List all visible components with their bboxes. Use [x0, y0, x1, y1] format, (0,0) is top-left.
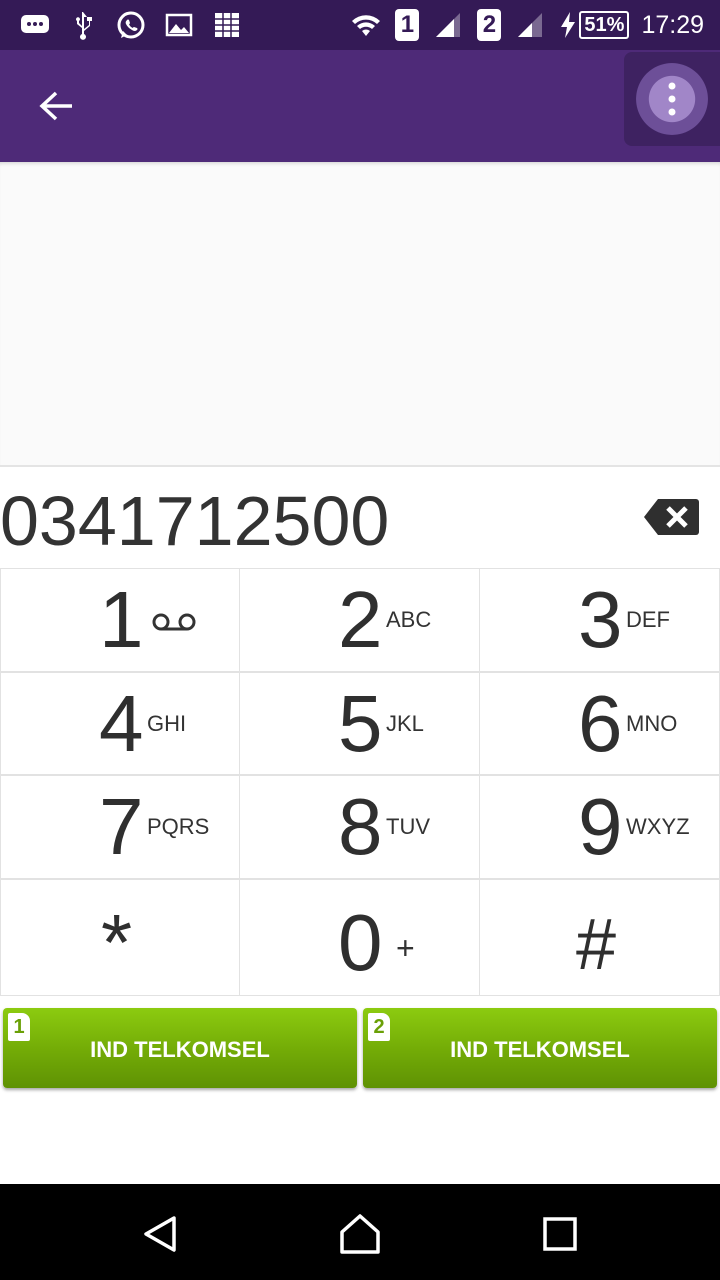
key-letters: JKL	[386, 711, 424, 736]
call-button-label: IND TELKOMSEL	[450, 1036, 630, 1062]
sim-1-icon: 1	[8, 1013, 30, 1041]
key-letters: GHI	[147, 711, 187, 736]
key-5[interactable]: 5 JKL	[240, 672, 480, 775]
dialed-number[interactable]: 0341712500	[0, 481, 389, 561]
overflow-menu-button[interactable]	[636, 63, 708, 135]
key-letters: WXYZ	[626, 814, 690, 839]
message-icon	[18, 8, 52, 42]
battery-indicator: 51%	[559, 11, 630, 39]
voicemail-icon	[152, 613, 196, 631]
key-letters: +	[396, 930, 415, 966]
system-status: 1 2 51% 17:29	[349, 8, 704, 42]
image-icon	[162, 8, 196, 42]
key-letters: ABC	[386, 607, 432, 632]
suggestion-area	[0, 162, 720, 467]
nav-recents-button[interactable]	[538, 1212, 582, 1256]
key-0[interactable]: 0 +	[240, 879, 480, 996]
triangle-back-icon	[144, 1216, 176, 1252]
arrow-left-icon	[39, 91, 72, 121]
key-letters: DEF	[626, 607, 670, 632]
key-star[interactable]: *	[0, 879, 240, 996]
home-icon	[340, 1214, 380, 1254]
sim2-badge: 2	[477, 9, 502, 41]
dial-keypad: 1 2 ABC 3 DEF 4 GHI 5 JKL 6 MNO 7 PQRS 8…	[0, 568, 720, 996]
navigation-bar	[0, 1184, 720, 1280]
battery-level: 51%	[579, 11, 630, 39]
whatsapp-icon	[114, 8, 148, 42]
backspace-icon[interactable]	[642, 497, 700, 537]
more-vertical-icon	[668, 82, 676, 116]
call-buttons-row: 1 IND TELKOMSEL 2 IND TELKOMSEL	[0, 996, 720, 1184]
clock: 17:29	[641, 10, 704, 39]
key-hash[interactable]: #	[480, 879, 720, 996]
call-button-label: IND TELKOMSEL	[90, 1036, 270, 1062]
charging-icon	[561, 12, 576, 38]
key-digit: 9	[578, 782, 623, 871]
key-7[interactable]: 7 PQRS	[0, 775, 240, 879]
wifi-icon	[349, 8, 383, 42]
call-sim1-button[interactable]: 1 IND TELKOMSEL	[3, 1008, 357, 1088]
app-bar	[0, 50, 720, 162]
signal-icon	[513, 8, 547, 42]
key-digit: 5	[338, 679, 383, 768]
key-digit: 2	[338, 575, 383, 664]
key-digit: 0	[338, 898, 383, 987]
key-letters: MNO	[626, 711, 678, 736]
key-digit: 3	[578, 575, 623, 664]
sim-2-icon: 2	[368, 1013, 390, 1041]
key-digit: 4	[99, 679, 144, 768]
key-digit: 8	[338, 782, 383, 871]
key-letters: TUV	[386, 814, 430, 839]
key-digit: *	[101, 898, 133, 987]
back-button[interactable]	[30, 82, 82, 130]
key-3[interactable]: 3 DEF	[480, 568, 720, 672]
notification-icons	[18, 8, 244, 42]
key-digit: 1	[99, 575, 144, 664]
key-1[interactable]: 1	[0, 568, 240, 672]
number-display: 0341712500	[0, 467, 720, 570]
status-bar: 1 2 51% 17:29	[0, 0, 720, 50]
signal-icon	[431, 8, 465, 42]
key-6[interactable]: 6 MNO	[480, 672, 720, 775]
nav-back-button[interactable]	[138, 1212, 182, 1256]
key-letters: PQRS	[147, 814, 210, 839]
screenshot-icon	[210, 8, 244, 42]
key-digit: 7	[99, 782, 144, 871]
key-digit: #	[576, 905, 617, 985]
key-digit: 6	[578, 679, 623, 768]
key-4[interactable]: 4 GHI	[0, 672, 240, 775]
sim1-badge: 1	[395, 9, 420, 41]
key-8[interactable]: 8 TUV	[240, 775, 480, 879]
nav-home-button[interactable]	[338, 1212, 382, 1256]
overflow-menu-container	[624, 52, 720, 146]
key-2[interactable]: 2 ABC	[240, 568, 480, 672]
usb-icon	[66, 8, 100, 42]
call-sim2-button[interactable]: 2 IND TELKOMSEL	[363, 1008, 717, 1088]
recents-square-icon	[543, 1217, 577, 1251]
key-9[interactable]: 9 WXYZ	[480, 775, 720, 879]
